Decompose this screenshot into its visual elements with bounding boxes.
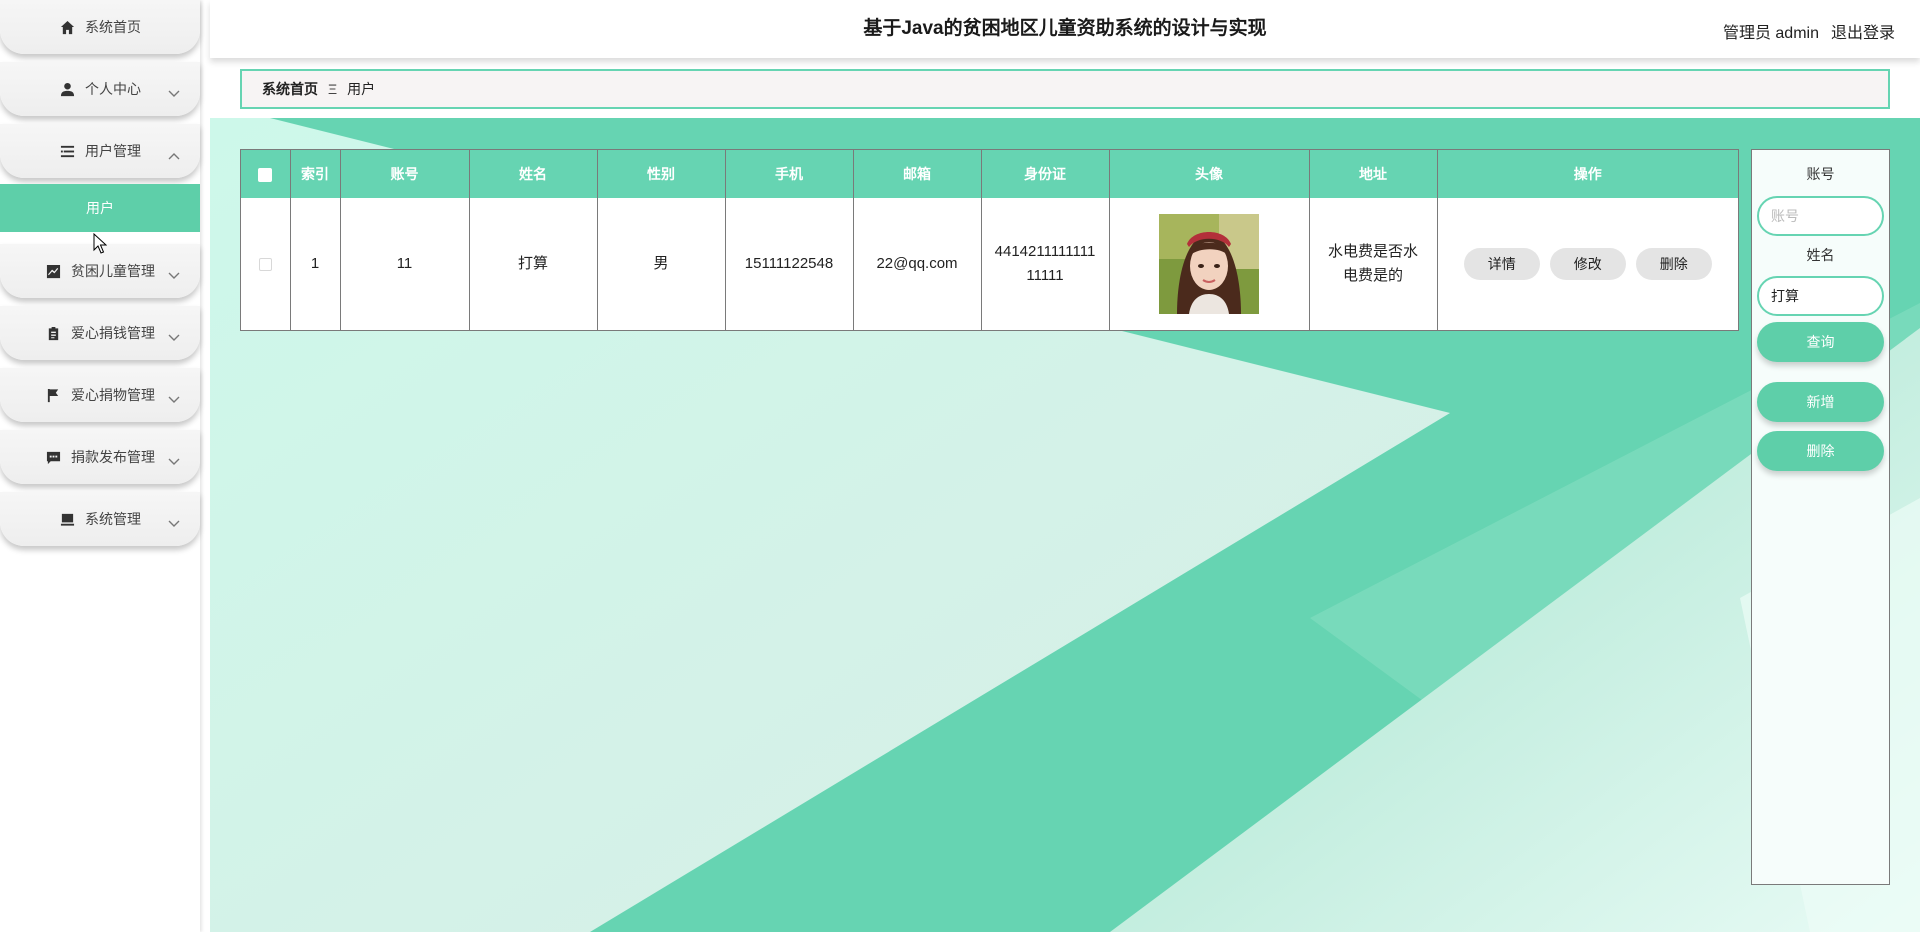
clipboard-icon: [45, 325, 61, 341]
sidebar-item-label: 爱心捐物管理: [71, 387, 155, 403]
sidebar-item-user-management[interactable]: 用户管理: [0, 124, 200, 178]
list-icon: [59, 143, 75, 159]
column-header: 性别: [597, 150, 726, 198]
flag-icon: [45, 387, 61, 403]
sidebar-item-money-donation-management[interactable]: 爱心捐钱管理: [0, 306, 200, 360]
chevron-down-icon: [168, 453, 180, 465]
name-search-input[interactable]: [1757, 276, 1884, 316]
home-icon: [59, 19, 75, 35]
cell-actions: 详情 修改 删除: [1437, 198, 1738, 330]
sidebar-item-label: 系统首页: [85, 19, 141, 35]
account-label: 账号: [1806, 166, 1835, 182]
breadcrumb-separator: Ξ: [328, 81, 338, 97]
computer-icon: [59, 511, 75, 527]
sidebar-item-personal-center[interactable]: 个人中心: [0, 62, 200, 116]
cell-email: 22@qq.com: [853, 198, 982, 330]
sidebar-subitem-user[interactable]: 用户: [0, 184, 200, 232]
column-header: 操作: [1437, 150, 1738, 198]
breadcrumb-current: 用户: [347, 81, 376, 97]
avatar: [1159, 214, 1259, 314]
sidebar-subitem-label: 用户: [86, 200, 114, 216]
chevron-down-icon: [168, 267, 180, 279]
column-header: 账号: [340, 150, 470, 198]
sidebar-item-label: 爱心捐钱管理: [71, 325, 155, 341]
sidebar-item-label: 个人中心: [85, 81, 141, 97]
top-header: 基于Java的贫困地区儿童资助系统的设计与实现 管理员 admin 退出登录: [210, 0, 1920, 58]
detail-button[interactable]: 详情: [1463, 248, 1540, 280]
row-checkbox[interactable]: [258, 257, 272, 271]
sidebar-item-goods-donation-management[interactable]: 爱心捐物管理: [0, 368, 200, 422]
person-icon: [59, 81, 75, 97]
batch-delete-button[interactable]: 删除: [1757, 431, 1884, 471]
column-header: 地址: [1309, 150, 1438, 198]
cell-index: 1: [290, 198, 341, 330]
cell-avatar: [1109, 198, 1310, 330]
chevron-up-icon: [168, 147, 180, 160]
account-search-input[interactable]: [1757, 196, 1884, 236]
chevron-down-icon: [168, 391, 180, 403]
chevron-down-icon: [168, 85, 180, 97]
add-button[interactable]: 新增: [1757, 382, 1884, 422]
sidebar: 系统首页 个人中心 用户管理 用户 贫困儿童管理 爱心捐钱管理 爱心捐物管理 捐…: [0, 0, 200, 932]
column-header: 索引: [290, 150, 341, 198]
select-all-checkbox[interactable]: [258, 168, 273, 183]
sidebar-item-donation-publish-management[interactable]: 捐款发布管理: [0, 430, 200, 484]
chart-icon: [45, 263, 61, 279]
user-area: 管理员 admin 退出登录: [1723, 19, 1895, 43]
search-panel: 账号 姓名 查询 新增 删除: [1751, 149, 1890, 885]
column-header: 姓名: [469, 150, 598, 198]
breadcrumb-home-link[interactable]: 系统首页: [262, 79, 318, 99]
select-all-header: [241, 150, 291, 198]
column-header: 身份证: [981, 150, 1110, 198]
edit-button[interactable]: 修改: [1549, 248, 1626, 280]
logout-link[interactable]: 退出登录: [1831, 25, 1895, 42]
sidebar-item-label: 用户管理: [85, 143, 141, 159]
sidebar-item-label: 贫困儿童管理: [71, 263, 155, 279]
sidebar-item-home[interactable]: 系统首页: [0, 0, 200, 54]
page-title: 基于Java的贫困地区儿童资助系统的设计与实现: [863, 18, 1267, 39]
row-select-cell: [241, 198, 291, 330]
sidebar-item-label: 捐款发布管理: [71, 449, 155, 465]
cell-gender: 男: [597, 198, 726, 330]
chat-icon: [45, 449, 61, 465]
name-label: 姓名: [1806, 247, 1835, 263]
column-header: 头像: [1109, 150, 1310, 198]
current-user-label: 管理员 admin: [1722, 25, 1819, 42]
mouse-cursor-icon: [93, 233, 107, 254]
query-button[interactable]: 查询: [1757, 322, 1884, 362]
table-row: 1 11 打算 男 15111122548 22@qq.com 44142111…: [241, 198, 1738, 330]
column-header: 手机: [725, 150, 854, 198]
cell-name: 打算: [469, 198, 598, 330]
table-header-row: 索引 账号 姓名 性别 手机 邮箱 身份证 头像 地址 操作: [241, 150, 1738, 198]
sidebar-item-label: 系统管理: [85, 511, 141, 527]
breadcrumb: 系统首页 Ξ 用户: [240, 69, 1890, 109]
cell-address: 水电费是否水电费是的: [1309, 198, 1438, 330]
chevron-down-icon: [168, 515, 180, 527]
sidebar-item-system-management[interactable]: 系统管理: [0, 492, 200, 546]
cell-phone: 15111122548: [725, 198, 854, 330]
user-table: 索引 账号 姓名 性别 手机 邮箱 身份证 头像 地址 操作 1 11 打算 男…: [240, 149, 1739, 331]
chevron-down-icon: [168, 329, 180, 341]
delete-button[interactable]: 删除: [1635, 248, 1712, 280]
cell-id-card: 441421111111111111: [981, 198, 1110, 330]
cell-account: 11: [340, 198, 470, 330]
column-header: 邮箱: [853, 150, 982, 198]
